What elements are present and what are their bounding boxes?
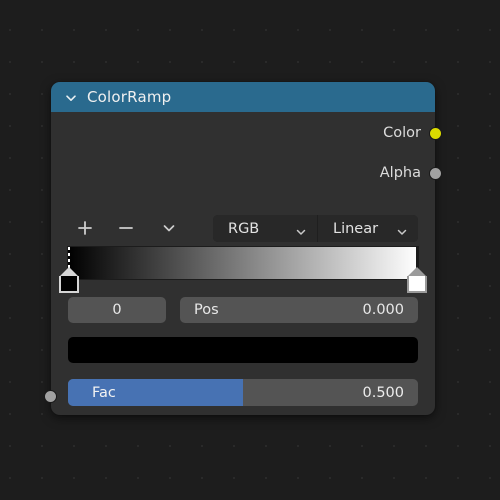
interpolation-value: Linear	[333, 220, 379, 237]
interpolation-dropdown[interactable]: Linear	[318, 215, 418, 242]
color-mode-value: RGB	[228, 220, 260, 237]
alpha-socket[interactable]	[429, 166, 442, 180]
ramp-stop-color-chip	[407, 276, 427, 293]
stop-position-value: 0.000	[362, 302, 404, 318]
ramp-stop-color-chip	[59, 276, 79, 293]
ramp-gradient-bar[interactable]	[68, 247, 418, 279]
color-socket[interactable]	[429, 126, 442, 140]
value-socket[interactable]	[44, 390, 57, 403]
output-color[interactable]: Color	[51, 122, 442, 144]
active-stop-index-value: 0	[112, 302, 122, 318]
fac-value: 0.500	[362, 384, 404, 401]
color-ramp-widget[interactable]	[59, 247, 427, 293]
remove-stop-button[interactable]	[109, 213, 143, 243]
chevron-down-icon	[295, 223, 307, 235]
stop-position-field[interactable]: Pos 0.000	[180, 297, 418, 323]
chevron-down-icon	[160, 219, 178, 237]
ramp-stop-stem	[68, 247, 70, 269]
colorramp-node[interactable]: ColorRamp Color Alpha RGB Linear 0 Pos 0…	[44, 82, 442, 415]
fac-slider[interactable]: Fac 0.500	[68, 379, 418, 406]
fac-label: Fac	[92, 384, 116, 401]
node-header[interactable]: ColorRamp	[51, 82, 435, 112]
chevron-down-icon[interactable]	[64, 90, 78, 104]
ramp-menu-button[interactable]	[152, 213, 186, 243]
ramp-toolbar: RGB Linear	[51, 213, 435, 243]
ramp-stop-stem	[416, 247, 418, 269]
output-color-label: Color	[383, 125, 421, 141]
chevron-down-icon	[396, 223, 408, 235]
add-stop-button[interactable]	[68, 213, 102, 243]
output-alpha[interactable]: Alpha	[51, 162, 442, 184]
ramp-enum-group: RGB Linear	[213, 215, 418, 242]
plus-icon	[76, 219, 94, 237]
color-mode-dropdown[interactable]: RGB	[213, 215, 318, 242]
node-title: ColorRamp	[87, 88, 172, 106]
output-alpha-label: Alpha	[379, 165, 421, 181]
node-editor-canvas[interactable]: ColorRamp Color Alpha RGB Linear 0 Pos 0…	[0, 0, 500, 500]
active-stop-index-field[interactable]: 0	[68, 297, 166, 323]
minus-icon	[117, 219, 135, 237]
stop-color-swatch[interactable]	[68, 337, 418, 363]
stop-position-label: Pos	[194, 302, 219, 318]
